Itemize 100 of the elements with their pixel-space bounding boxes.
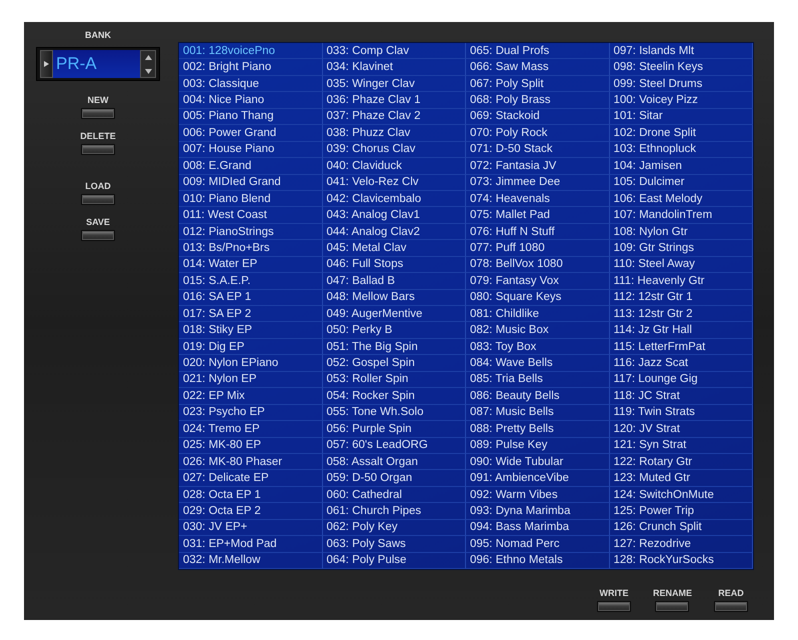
patch-item[interactable]: 105: Dulcimer — [610, 174, 753, 191]
patch-item[interactable]: 059: D-50 Organ — [322, 470, 466, 487]
patch-item[interactable]: 068: Poly Brass — [466, 92, 610, 109]
patch-item[interactable]: 086: Beauty Bells — [466, 388, 610, 405]
patch-item[interactable]: 057: 60's LeadORG — [322, 438, 466, 454]
patch-item[interactable]: 075: Mallet Pad — [466, 207, 610, 224]
down-arrow-icon[interactable] — [144, 68, 152, 74]
patch-item[interactable]: 085: Tria Bells — [466, 372, 610, 388]
patch-item[interactable]: 050: Perky B — [322, 322, 466, 339]
patch-item[interactable]: 116: Jazz Scat — [610, 355, 753, 372]
patch-item[interactable]: 016: SA EP 1 — [179, 290, 322, 306]
patch-item[interactable]: 117: Lounge Gig — [610, 372, 753, 388]
patch-item[interactable]: 003: Classique — [179, 76, 322, 92]
right-arrow-icon[interactable] — [44, 61, 49, 67]
panel-button[interactable]: LOAD — [81, 181, 115, 205]
patch-item[interactable]: 079: Fantasy Vox — [466, 273, 610, 290]
patch-item[interactable]: 072: Fantasia JV — [466, 158, 610, 174]
patch-item[interactable]: 058: Assalt Organ — [322, 454, 466, 470]
panel-button[interactable]: NEW — [81, 95, 115, 119]
patch-item[interactable]: 011: West Coast — [179, 207, 322, 224]
patch-item[interactable]: 046: Full Stops — [322, 256, 466, 274]
patch-item[interactable]: 029: Octa EP 2 — [179, 503, 322, 520]
patch-item[interactable]: 069: Stackoid — [466, 108, 610, 126]
patch-item[interactable]: 077: Puff 1080 — [466, 240, 610, 257]
patch-item[interactable]: 113: 12str Gtr 2 — [610, 306, 753, 322]
patch-item[interactable]: 052: Gospel Spin — [322, 355, 466, 372]
patch-item[interactable]: 098: Steelin Keys — [610, 59, 753, 76]
patch-item[interactable]: 055: Tone Wh.Solo — [322, 404, 466, 422]
patch-item[interactable]: 042: Clavicembalo — [322, 190, 466, 208]
patch-item[interactable]: 119: Twin Strats — [610, 404, 753, 422]
patch-item[interactable]: 048: Mellow Bars — [322, 290, 466, 306]
patch-item[interactable]: 124: SwitchOnMute — [610, 486, 753, 504]
patch-item[interactable]: 081: Childlike — [466, 306, 610, 322]
patch-item[interactable]: 028: Octa EP 1 — [179, 486, 322, 504]
patch-item[interactable]: 107: MandolinTrem — [610, 207, 753, 224]
patch-item[interactable]: 031: EP+Mod Pad — [179, 536, 322, 553]
patch-item[interactable]: 060: Cathedral — [322, 486, 466, 504]
patch-item[interactable]: 006: Power Grand — [179, 125, 322, 142]
patch-item[interactable]: 104: Jamisen — [610, 158, 753, 174]
patch-item[interactable]: 110: Steel Away — [610, 256, 753, 274]
patch-item[interactable]: 001: 128voicePno — [179, 43, 322, 60]
patch-item[interactable]: 047: Ballad B — [322, 273, 466, 290]
patch-item[interactable]: 004: Nice Piano — [179, 92, 322, 109]
patch-item[interactable]: 032: Mr.Mellow — [179, 552, 322, 569]
patch-item[interactable]: 053: Roller Spin — [322, 372, 466, 388]
patch-item[interactable]: 084: Wave Bells — [466, 355, 610, 372]
patch-item[interactable]: 087: Music Bells — [466, 404, 610, 422]
patch-item[interactable]: 091: AmbienceVibe — [466, 470, 610, 487]
patch-item[interactable]: 071: D-50 Stack — [466, 142, 610, 158]
panel-button[interactable]: READ — [714, 588, 748, 612]
patch-item[interactable]: 083: Toy Box — [466, 338, 610, 356]
patch-item[interactable]: 082: Music Box — [466, 322, 610, 339]
patch-item[interactable]: 030: JV EP+ — [179, 520, 322, 536]
panel-button[interactable]: RENAME — [652, 588, 692, 612]
patch-item[interactable]: 021: Nylon EP — [179, 372, 322, 388]
patch-item[interactable]: 063: Poly Saws — [322, 536, 466, 553]
patch-item[interactable]: 012: PianoStrings — [179, 224, 322, 240]
patch-item[interactable]: 073: Jimmee Dee — [466, 174, 610, 191]
patch-item[interactable]: 040: Claviduck — [322, 158, 466, 174]
patch-item[interactable]: 009: MIDIed Grand — [179, 174, 322, 191]
patch-item[interactable]: 070: Poly Rock — [466, 125, 610, 142]
patch-item[interactable]: 039: Chorus Clav — [322, 142, 466, 158]
patch-item[interactable]: 111: Heavenly Gtr — [610, 273, 753, 290]
patch-item[interactable]: 020: Nylon EPiano — [179, 355, 322, 372]
patch-item[interactable]: 106: East Melody — [610, 190, 753, 208]
patch-item[interactable]: 061: Church Pipes — [322, 503, 466, 520]
patch-item[interactable]: 041: Velo-Rez Clv — [322, 174, 466, 191]
patch-item[interactable]: 062: Poly Key — [322, 520, 466, 536]
patch-item[interactable]: 049: AugerMentive — [322, 306, 466, 322]
patch-item[interactable]: 010: Piano Blend — [179, 190, 322, 208]
patch-item[interactable]: 093: Dyna Marimba — [466, 503, 610, 520]
patch-item[interactable]: 120: JV Strat — [610, 421, 753, 438]
patch-item[interactable]: 127: Rezodrive — [610, 536, 753, 553]
patch-item[interactable]: 013: Bs/Pno+Brs — [179, 240, 322, 257]
patch-item[interactable]: 108: Nylon Gtr — [610, 224, 753, 240]
patch-item[interactable]: 114: Jz Gtr Hall — [610, 322, 753, 339]
patch-item[interactable]: 008: E.Grand — [179, 158, 322, 174]
patch-item[interactable]: 043: Analog Clav1 — [322, 207, 466, 224]
patch-item[interactable]: 088: Pretty Bells — [466, 421, 610, 438]
patch-item[interactable]: 097: Islands Mlt — [610, 43, 753, 60]
patch-item[interactable]: 022: EP Mix — [179, 388, 322, 405]
patch-item[interactable]: 118: JC Strat — [610, 388, 753, 405]
patch-item[interactable]: 065: Dual Profs — [466, 43, 610, 60]
patch-item[interactable]: 109: Gtr Strings — [610, 240, 753, 257]
patch-item[interactable]: 112: 12str Gtr 1 — [610, 290, 753, 306]
patch-item[interactable]: 051: The Big Spin — [322, 338, 466, 356]
patch-item[interactable]: 128: RockYurSocks — [610, 552, 753, 569]
patch-item[interactable]: 038: Phuzz Clav — [322, 125, 466, 142]
patch-item[interactable]: 100: Voicey Pizz — [610, 92, 753, 109]
patch-item[interactable]: 002: Bright Piano — [179, 59, 322, 76]
patch-item[interactable]: 099: Steel Drums — [610, 76, 753, 92]
patch-item[interactable]: 076: Huff N Stuff — [466, 224, 610, 240]
bank-selector[interactable]: PR-A — [36, 47, 160, 81]
patch-item[interactable]: 025: MK-80 EP — [179, 438, 322, 454]
patch-item[interactable]: 026: MK-80 Phaser — [179, 454, 322, 470]
patch-item[interactable]: 017: SA EP 2 — [179, 306, 322, 322]
patch-item[interactable]: 023: Psycho EP — [179, 404, 322, 422]
patch-item[interactable]: 074: Heavenals — [466, 190, 610, 208]
patch-item[interactable]: 101: Sitar — [610, 108, 753, 126]
patch-item[interactable]: 121: Syn Strat — [610, 438, 753, 454]
